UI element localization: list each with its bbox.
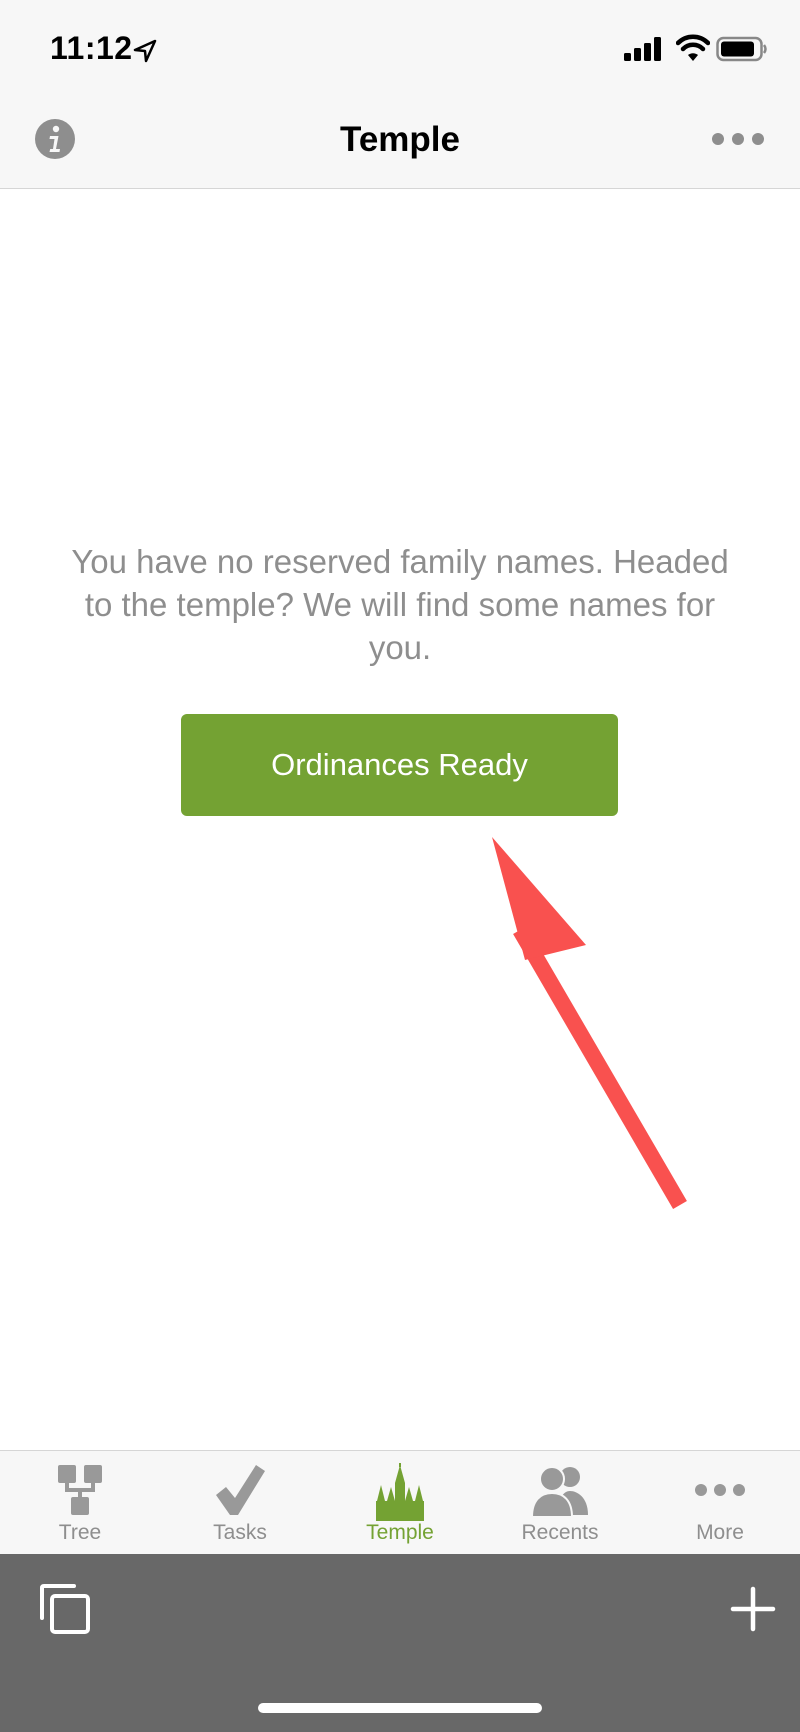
copy-windows-icon[interactable] bbox=[38, 1582, 92, 1636]
page-title: Temple bbox=[340, 120, 460, 159]
home-indicator bbox=[258, 1703, 542, 1713]
tab-label: Tasks bbox=[213, 1521, 267, 1544]
tab-label: Tree bbox=[58, 1521, 102, 1544]
tab-recents[interactable]: Recents bbox=[480, 1451, 640, 1555]
tab-tasks[interactable]: Tasks bbox=[160, 1451, 320, 1555]
more-dots-icon bbox=[695, 1484, 745, 1496]
tab-tree[interactable]: Tree bbox=[0, 1451, 160, 1555]
status-bar: 11:12 bbox=[0, 0, 800, 96]
more-dots-icon[interactable] bbox=[710, 128, 766, 150]
tree-icon bbox=[58, 1465, 102, 1515]
battery-icon bbox=[716, 36, 767, 62]
tab-label: Temple bbox=[366, 1521, 434, 1544]
tab-label: More bbox=[696, 1521, 744, 1544]
temple-icon bbox=[376, 1463, 424, 1521]
wifi-icon bbox=[676, 34, 710, 61]
navigation-bar: Temple bbox=[0, 96, 800, 189]
location-arrow-icon bbox=[133, 39, 157, 63]
tab-bar: Tree Tasks Temple Recents More bbox=[0, 1450, 800, 1555]
tab-temple[interactable]: Temple bbox=[320, 1451, 480, 1555]
cellular-signal-icon bbox=[624, 37, 661, 61]
plus-icon[interactable] bbox=[730, 1586, 776, 1632]
annotation-arrow bbox=[492, 837, 687, 1210]
people-icon bbox=[530, 1466, 588, 1517]
tab-label: Recents bbox=[521, 1521, 599, 1544]
status-time: 11:12 bbox=[50, 30, 133, 66]
ordinances-ready-button[interactable]: Ordinances Ready bbox=[181, 714, 618, 816]
empty-state-message: You have no reserved family names. Heade… bbox=[71, 543, 729, 666]
tab-more[interactable]: More bbox=[640, 1451, 800, 1555]
checkmark-icon bbox=[216, 1465, 265, 1515]
